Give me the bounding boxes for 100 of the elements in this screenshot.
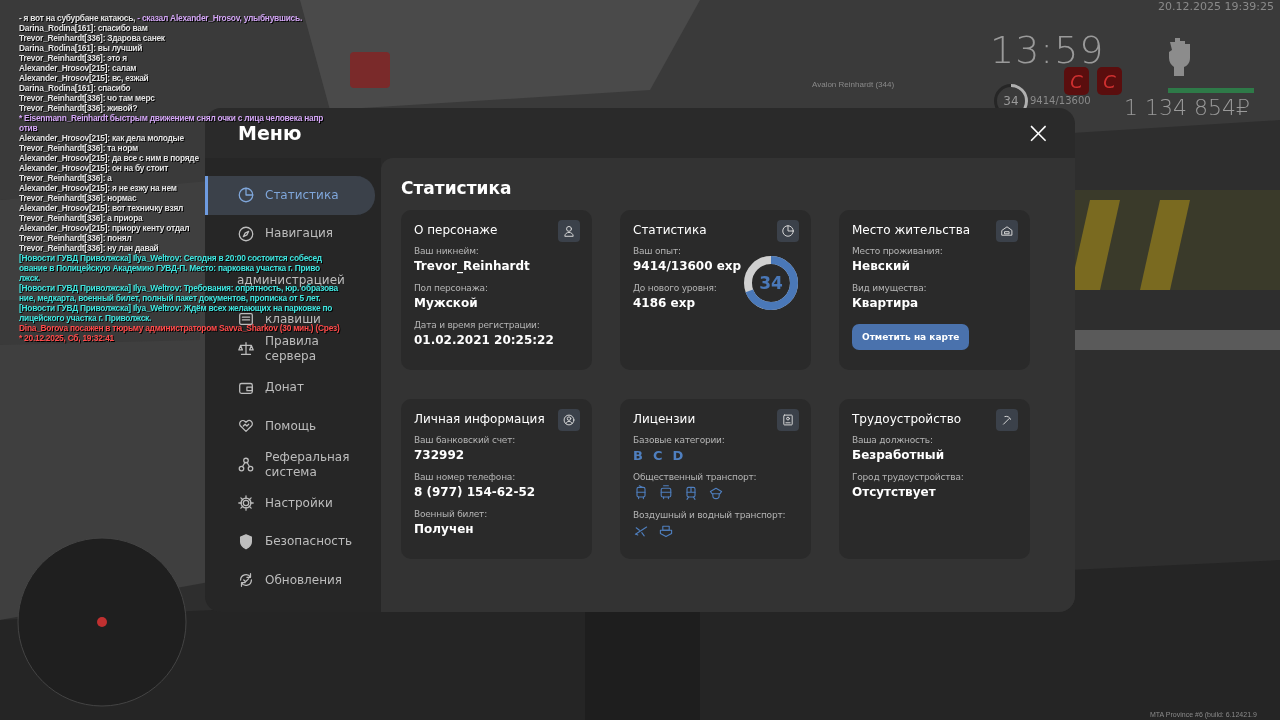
chat-message: Trevor_Reinhardt[336]: это я xyxy=(19,53,127,63)
chat-message: Alexander_Hrosov[215]: да все с ним в поряде xyxy=(19,153,199,163)
chat-message: Alexander_Hrosov[215]: вот техничку взял xyxy=(19,203,184,213)
chat-message: [Новости ГУВД Приволжска] Ilya_Weltrov: Ждём всех желающих на парковке по xyxy=(19,303,333,313)
field-label: Военный билет: xyxy=(414,509,488,519)
field-value: 8 (977) 154-62-52 xyxy=(414,485,537,499)
compass-icon xyxy=(237,224,255,243)
card-title: Место жительства xyxy=(852,223,971,237)
chat-message: Alexander_Hrosov[215]: салам xyxy=(19,63,137,73)
level-ring: 34 xyxy=(744,256,798,310)
field-value: 9414/13600 exp xyxy=(633,259,743,273)
sidebar-item[interactable]: Безопасность xyxy=(205,522,375,561)
field-label: До нового уровня: xyxy=(633,283,718,293)
sidebar-item[interactable]: Реферальная система xyxy=(205,445,375,484)
update-icon xyxy=(237,571,255,590)
sidebar-item[interactable]: Навигация xyxy=(205,214,375,253)
chat-message: [Новости ГУВД Приволжска] Ilya_Weltrov: Сегодня в 20:00 состоится собесед xyxy=(19,253,322,263)
chat-message: Darina_Rodina[161]: спасибо xyxy=(19,83,131,93)
field-value: Мужской xyxy=(414,296,479,310)
chat-message: лицейского участка г. Приволжск. xyxy=(19,313,152,323)
close-button[interactable]: × xyxy=(1025,118,1051,148)
pickaxe-icon xyxy=(996,409,1018,431)
chat-message: лжск. xyxy=(19,273,41,283)
chat-message: Trevor_Reinhardt[336]: живой? xyxy=(19,103,138,113)
status-badge: C xyxy=(1064,67,1089,95)
network-icon xyxy=(237,455,255,474)
id-card-icon xyxy=(777,409,799,431)
chat-message: * Eisenmann_Reinhardt быстрым движением снял очки с лица человека напр xyxy=(19,113,324,123)
field-value: Trevor_Reinhardt xyxy=(414,259,531,273)
field-label: Базовые категории: xyxy=(633,435,726,445)
field-label: Воздушный и водный транспорт: xyxy=(633,510,787,520)
sidebar-item[interactable]: Помощь xyxy=(205,407,375,446)
tram-icon xyxy=(658,485,674,501)
house-icon xyxy=(996,220,1018,242)
chat-message: Alexander_Hrosov[215]: как дела молодые xyxy=(19,133,184,143)
field-value: 01.02.2021 20:25:22 xyxy=(414,333,555,347)
field-value: Получен xyxy=(414,522,475,536)
field-label: Ваша должность: xyxy=(852,435,934,445)
chat-message: ние, медкарта, военный билет, полный пакет документов, прописка от 5 лет. xyxy=(19,293,321,303)
field-label: Дата и время регистрации: xyxy=(414,320,541,330)
field-value: 4186 exp xyxy=(633,296,697,310)
field-label: Пол персонажа: xyxy=(414,283,489,293)
license-category: D xyxy=(672,448,684,463)
chat-message: Darina_Rodina[161]: спасибо вам xyxy=(19,23,148,33)
license-category: C xyxy=(652,448,663,463)
captain-hat-icon xyxy=(708,485,724,501)
train-icon xyxy=(683,485,699,501)
sidebar-item[interactable]: Настройки xyxy=(205,484,375,523)
field-value: Квартира xyxy=(852,296,920,310)
chat-message: Dina_Borova посажен в тюрьму администратором Savva_Sharkov (30 мин.) (Срез) xyxy=(19,323,340,333)
card-title: Лицензии xyxy=(633,412,696,426)
sidebar-item[interactable]: Обновления xyxy=(205,561,375,600)
card-title: О персонаже xyxy=(414,223,498,237)
sidebar-item[interactable]: Донат xyxy=(205,368,375,407)
license-category: B xyxy=(633,448,643,463)
section-heading: Статистика xyxy=(401,178,513,198)
shield-icon xyxy=(237,532,255,551)
chat-message: Trevor_Reinhardt[336]: а xyxy=(19,173,112,183)
experience-counter: 9414/13600 xyxy=(1030,95,1091,106)
field-value: Отсутствует xyxy=(852,485,937,499)
sidebar-item[interactable]: Статистика xyxy=(205,176,375,215)
chat-message: Alexander_Hrosov[215]: приору кенту отдал xyxy=(19,223,190,233)
chat-message: Trevor_Reinhardt[336]: ну лан давай xyxy=(19,243,159,253)
settings-icon xyxy=(237,494,255,513)
field-value: Безработный xyxy=(852,448,946,462)
bus-icon xyxy=(633,485,649,501)
chat-message: Alexander_Hrosov[215]: вс, езжай xyxy=(19,73,149,83)
date-time: 20.12.2025 19:39:25 xyxy=(1158,0,1274,13)
chat-message: Trevor_Reinhardt[336]: та норм xyxy=(19,143,138,153)
chat-message: Darina_Rodina[161]: вы лучший xyxy=(19,43,143,53)
field-label: Ваш номер телефона: xyxy=(414,472,516,482)
chat-message: отив xyxy=(19,123,38,133)
chat-message: Alexander_Hrosov[215]: я не езжу на нем xyxy=(19,183,177,193)
field-label: Вид имущества: xyxy=(852,283,928,293)
pie-chart-icon xyxy=(237,186,255,205)
field-label: Общественный транспорт: xyxy=(633,472,758,482)
ship-icon xyxy=(658,523,674,539)
field-label: Место проживания: xyxy=(852,246,944,256)
card-title: Трудоустройство xyxy=(852,412,962,426)
map-button[interactable]: Отметить на карте xyxy=(852,324,970,350)
field-value: 732992 xyxy=(414,448,466,462)
field-label: Ваш никнейм: xyxy=(414,246,480,256)
chat-message: Trevor_Reinhardt[336]: а приора xyxy=(19,213,143,223)
chat-message: Trevor_Reinhardt[336]: чо там мерс xyxy=(19,93,155,103)
field-label: Город трудоустройства: xyxy=(852,472,965,482)
field-value: Невский xyxy=(852,259,911,273)
chat-message: ование в Полицейскую Академию ГУВД-П. Место: парковка участка г. Приво xyxy=(19,263,320,273)
menu-title: Меню xyxy=(238,122,302,144)
card-title: Статистика xyxy=(633,223,707,237)
chat-message: Trevor_Reinhardt[336]: понял xyxy=(19,233,132,243)
person-icon xyxy=(558,220,580,242)
field-label: Ваш опыт: xyxy=(633,246,682,256)
status-badge: C xyxy=(1097,67,1122,95)
chat-message: * 20.12.2025, Сб, 19:32:41 xyxy=(19,333,114,343)
card-title: Личная информация xyxy=(414,412,545,426)
chat-message: Alexander_Hrosov[215]: он на бу стоит xyxy=(19,163,169,173)
money-balance: 1 134 854₽ xyxy=(1124,95,1250,120)
pie-chart-icon xyxy=(777,220,799,242)
chat-message: Trevor_Reinhardt[336]: Здарова санек xyxy=(19,33,165,43)
chat-message: Trevor_Reinhardt[336]: нормас xyxy=(19,193,137,203)
